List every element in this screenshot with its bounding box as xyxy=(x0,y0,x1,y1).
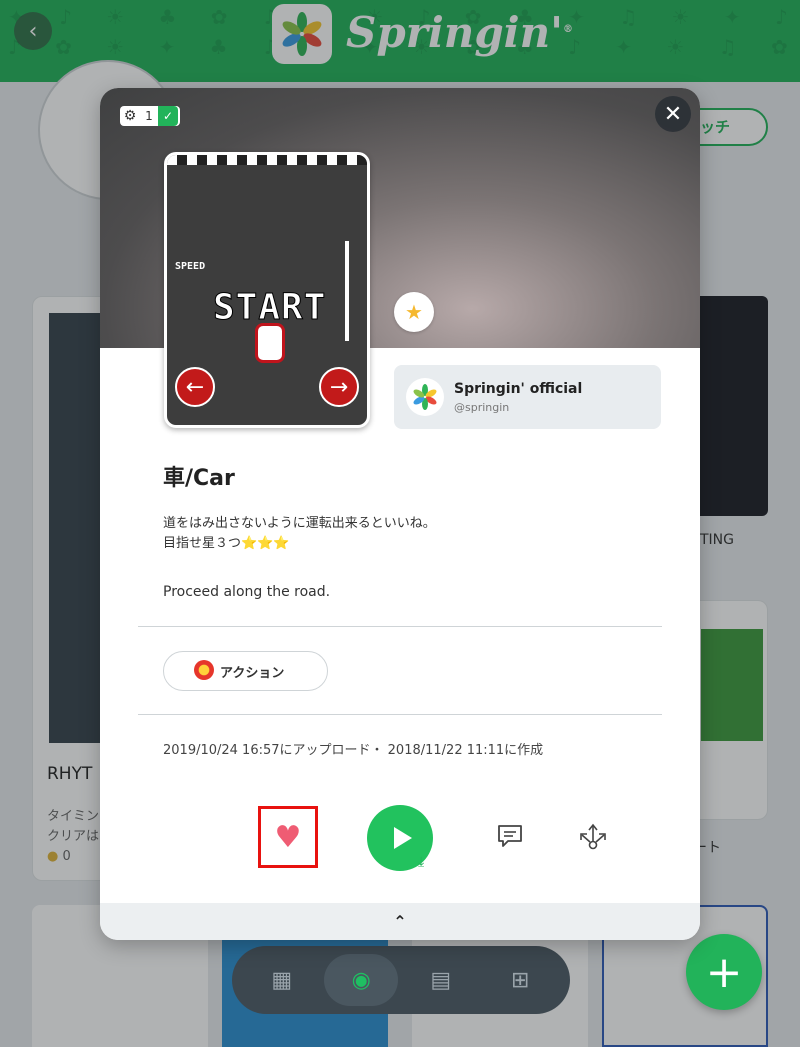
category-tag-label: アクション xyxy=(220,665,285,681)
left-arrow-icon: ← xyxy=(175,367,215,407)
add-button[interactable]: + xyxy=(686,934,762,1010)
work-description-en: Proceed along the road. xyxy=(163,584,331,600)
right-arrow-icon: → xyxy=(319,367,359,407)
dock-search-button[interactable]: ◉ xyxy=(324,954,399,1006)
category-tag[interactable]: アクション xyxy=(163,651,328,691)
comment-icon xyxy=(498,825,522,847)
comment-button[interactable] xyxy=(495,821,525,851)
game-preview[interactable]: SPEED START ← → xyxy=(164,152,370,428)
dock-folder-button[interactable]: ⊞ xyxy=(483,954,557,1006)
speed-label: SPEED xyxy=(175,261,206,272)
setting-badge[interactable]: ⚙ 1 ✓ xyxy=(120,106,180,126)
author-handle: @springin xyxy=(454,401,510,414)
download-icon[interactable]: ⤓ xyxy=(418,854,424,870)
check-icon: ✓ xyxy=(158,106,178,126)
notebook-icon: ▤ xyxy=(430,967,452,993)
action-category-icon xyxy=(194,660,214,680)
close-icon: ✕ xyxy=(663,101,683,127)
folder-add-icon: ⊞ xyxy=(511,967,530,993)
share-icon xyxy=(580,823,606,850)
search-icon: ◉ xyxy=(351,967,371,993)
work-description-ja: 道をはみ出さないように運転出来るといいね。 目指せ星３つ⭐⭐⭐ xyxy=(163,516,436,551)
dock-calculator-button[interactable]: ▦ xyxy=(245,954,319,1006)
gear-icon: ⚙ xyxy=(123,108,137,124)
like-button[interactable]: ♥ xyxy=(258,806,318,868)
bottom-dock: ▦ ◉ ▤ ⊞ xyxy=(232,946,570,1014)
progress-track xyxy=(345,241,349,341)
calculator-icon: ▦ xyxy=(271,967,293,993)
star-icon: ★ xyxy=(394,292,434,332)
expand-button[interactable]: ⌃ xyxy=(100,903,700,940)
finish-line xyxy=(167,155,367,165)
author-avatar xyxy=(406,378,444,416)
chevron-up-icon: ⌃ xyxy=(393,912,407,931)
setting-count: 1 xyxy=(145,109,153,123)
play-icon xyxy=(393,827,412,849)
work-detail-modal: ⚙ 1 ✓ ✕ SPEED START ← → ★ Springin' offi… xyxy=(100,88,700,940)
work-title: 車/Car xyxy=(163,466,235,491)
upload-dates: 2019/10/24 16:57にアップロード・ 2018/11/22 11:1… xyxy=(163,743,544,758)
plus-icon: + xyxy=(705,946,743,998)
heart-icon: ♥ xyxy=(274,819,302,855)
author-name: Springin' official xyxy=(454,381,583,397)
author-card[interactable]: Springin' official @springin xyxy=(394,365,661,429)
start-label: START xyxy=(212,287,327,329)
share-button[interactable] xyxy=(577,821,609,853)
divider xyxy=(138,626,662,627)
close-button[interactable]: ✕ xyxy=(655,96,691,132)
dock-notebook-button[interactable]: ▤ xyxy=(404,954,478,1006)
divider xyxy=(138,714,662,715)
car-sprite xyxy=(255,323,285,363)
